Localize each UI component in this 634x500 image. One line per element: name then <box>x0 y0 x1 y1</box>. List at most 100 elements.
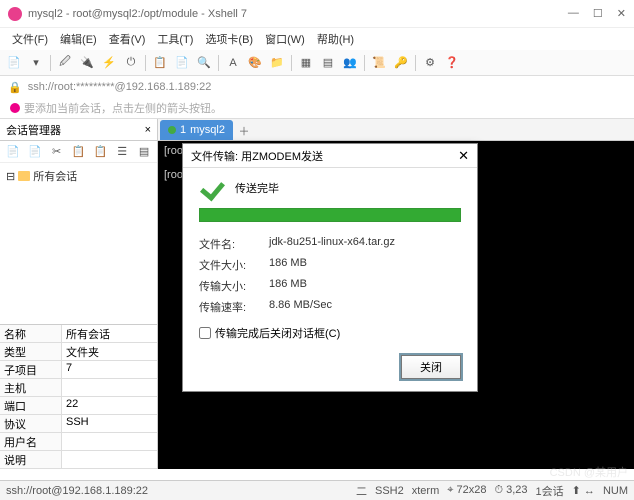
prop-val: 文件夹 <box>62 343 157 360</box>
close-button[interactable]: 关闭 <box>401 355 461 379</box>
dialog-close-icon[interactable]: ✕ <box>458 148 469 164</box>
value: 186 MB <box>269 278 307 294</box>
status-num: NUM <box>603 485 628 497</box>
status-item: SSH2 <box>375 485 404 497</box>
prop-val: SSH <box>62 415 157 432</box>
dialog-titlebar: 文件传输: 用ZMODEM发送 ✕ <box>183 144 477 168</box>
help-icon[interactable]: ❓ <box>442 53 462 73</box>
font-icon[interactable]: A <box>223 53 243 73</box>
status-item: xterm <box>412 485 440 497</box>
side-new2-icon[interactable]: 📄 <box>26 142 44 162</box>
prop-val <box>62 433 157 450</box>
label: 文件名: <box>199 236 269 252</box>
side-copy-icon[interactable]: 📋 <box>70 142 88 162</box>
menu-file[interactable]: 文件(F) <box>8 29 52 49</box>
label: 文件大小: <box>199 257 269 273</box>
tip-row: 要添加当前会话，点击左侧的箭头按钮。 <box>0 98 634 118</box>
prop-key: 子项目 <box>0 361 62 378</box>
status-text: 传送完毕 <box>235 180 279 196</box>
close-icon[interactable]: ✕ <box>617 7 626 20</box>
menu-view[interactable]: 查看(V) <box>105 29 150 49</box>
address-bar: 🔒 ssh://root:*********@192.168.1.189:22 <box>0 76 634 98</box>
folder-icon <box>18 171 30 181</box>
script-icon[interactable]: 📜 <box>369 53 389 73</box>
tab-label: mysql2 <box>190 124 225 136</box>
side-new-icon[interactable]: 📄 <box>4 142 22 162</box>
prop-key: 协议 <box>0 415 62 432</box>
toolbar: 📄 ▾ 🖉 🔌 ⚡ ⏻ 📋 📄 🔍 A 🎨 📁 ▦ ▤ 👥 📜 🔑 ⚙ ❓ <box>0 50 634 76</box>
dropdown-icon[interactable]: ▾ <box>26 53 46 73</box>
prop-val <box>62 379 157 396</box>
color-icon[interactable]: 🎨 <box>245 53 265 73</box>
watermark: CSDN @某用户 <box>550 464 628 480</box>
menu-tabs[interactable]: 选项卡(B) <box>201 29 257 49</box>
checkbox-label: 传输完成后关闭对话框(C) <box>215 325 340 341</box>
tab-add-button[interactable]: ＋ <box>235 122 253 140</box>
window-title: mysql2 - root@mysql2:/opt/module - Xshel… <box>28 8 568 20</box>
side-del-icon[interactable]: 📋 <box>91 142 109 162</box>
status-item: 二 <box>356 483 367 499</box>
tab-mysql2[interactable]: 1 mysql2 <box>160 120 233 140</box>
tree-root-label: 所有会话 <box>33 168 77 184</box>
prop-val: 7 <box>62 361 157 378</box>
side-prop-icon[interactable]: ☰ <box>113 142 131 162</box>
label: 传输速率: <box>199 299 269 315</box>
checkbox-input[interactable] <box>199 327 211 339</box>
properties-panel: 名称所有会话 类型文件夹 子项目7 主机 端口22 协议SSH 用户名 说明 <box>0 324 157 469</box>
menu-bar: 文件(F) 编辑(E) 查看(V) 工具(T) 选项卡(B) 窗口(W) 帮助(… <box>0 28 634 50</box>
search-icon[interactable]: 🔍 <box>194 53 214 73</box>
sidebar: 会话管理器 × 📄 📄 ✂ 📋 📋 ☰ ▤ ⊟ 所有会话 名称所有会话 类型文件… <box>0 119 158 469</box>
prop-key: 主机 <box>0 379 62 396</box>
sidebar-toolbar: 📄 📄 ✂ 📋 📋 ☰ ▤ <box>0 141 157 163</box>
disconnect-icon[interactable]: ⏻ <box>121 53 141 73</box>
prop-key: 端口 <box>0 397 62 414</box>
tip-text: 要添加当前会话，点击左侧的箭头按钮。 <box>24 100 222 116</box>
copy-icon[interactable]: 📋 <box>150 53 170 73</box>
status-item: ⌖ 72x28 <box>447 484 486 497</box>
status-item: ⏱ 3,23 <box>494 484 527 497</box>
people-icon[interactable]: 👥 <box>340 53 360 73</box>
menu-window[interactable]: 窗口(W) <box>261 29 309 49</box>
prop-key: 说明 <box>0 451 62 468</box>
status-row: 传送完毕 <box>199 178 461 198</box>
dialog-title: 文件传输: 用ZMODEM发送 <box>191 148 323 164</box>
open-icon[interactable]: 🖉 <box>55 53 75 73</box>
prop-val: 所有会话 <box>62 325 157 342</box>
folder-icon[interactable]: 📁 <box>267 53 287 73</box>
close-after-checkbox[interactable]: 传输完成后关闭对话框(C) <box>199 325 461 341</box>
session-manager-title: 会话管理器 <box>6 122 61 138</box>
prop-key: 类型 <box>0 343 62 360</box>
prop-val <box>62 451 157 468</box>
tree-root[interactable]: ⊟ 所有会话 <box>4 167 153 185</box>
status-conn: ssh://root@192.168.1.189:22 <box>6 485 148 497</box>
paste-icon[interactable]: 📄 <box>172 53 192 73</box>
app-logo-icon <box>8 7 22 21</box>
layout1-icon[interactable]: ▦ <box>296 53 316 73</box>
menu-tools[interactable]: 工具(T) <box>153 29 197 49</box>
session-tree[interactable]: ⊟ 所有会话 <box>0 163 157 324</box>
connect-icon[interactable]: ⚡ <box>99 53 119 73</box>
settings-icon[interactable]: ⚙ <box>420 53 440 73</box>
layout2-icon[interactable]: ▤ <box>318 53 338 73</box>
key-icon[interactable]: 🔑 <box>391 53 411 73</box>
status-bar: ssh://root@192.168.1.189:22 二 SSH2 xterm… <box>0 480 634 500</box>
value: 8.86 MB/Sec <box>269 299 332 315</box>
menu-edit[interactable]: 编辑(E) <box>56 29 101 49</box>
tab-index: 1 <box>180 124 186 136</box>
reconnect-icon[interactable]: 🔌 <box>77 53 97 73</box>
tip-dot-icon <box>10 103 20 113</box>
maximize-icon[interactable]: ☐ <box>593 7 603 20</box>
menu-help[interactable]: 帮助(H) <box>313 29 358 49</box>
side-view-icon[interactable]: ▤ <box>135 142 153 162</box>
side-cut-icon[interactable]: ✂ <box>48 142 66 162</box>
address-text[interactable]: ssh://root:*********@192.168.1.189:22 <box>28 81 212 93</box>
value: jdk-8u251-linux-x64.tar.gz <box>269 236 395 252</box>
expand-icon[interactable]: ⊟ <box>6 170 15 183</box>
status-cap: ⬆ ↔ <box>572 484 595 497</box>
minimize-icon[interactable]: — <box>568 7 579 20</box>
transfer-dialog: 文件传输: 用ZMODEM发送 ✕ 传送完毕 文件名:jdk-8u251-lin… <box>182 143 478 392</box>
sidebar-close-icon[interactable]: × <box>145 124 151 136</box>
tab-status-icon <box>168 126 176 134</box>
new-icon[interactable]: 📄 <box>4 53 24 73</box>
status-item: 1会话 <box>536 483 564 499</box>
